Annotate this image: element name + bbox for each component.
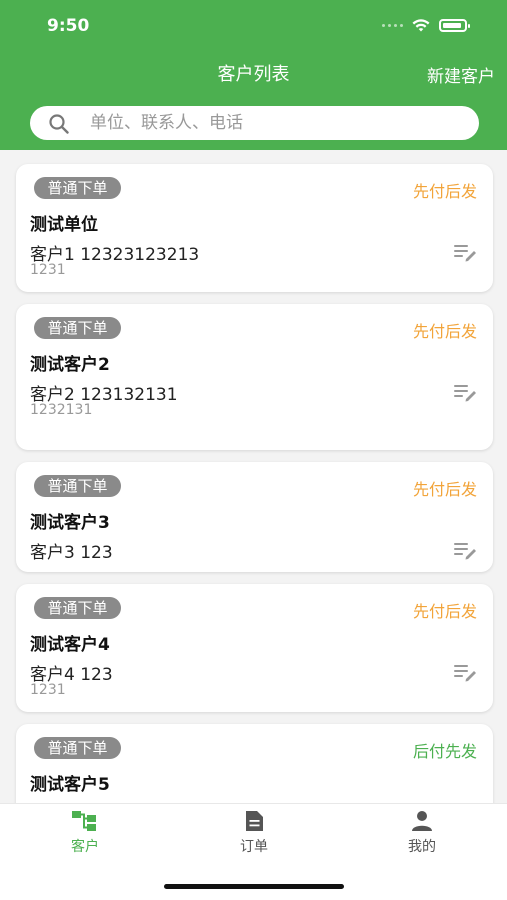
order-type-badge: 普通下单	[34, 597, 121, 619]
tab-profile[interactable]: 我的	[362, 810, 482, 856]
pay-mode-label: 后付先发	[412, 742, 477, 761]
home-indicator	[164, 884, 344, 889]
pay-mode-label: 先付后发	[412, 182, 477, 201]
orders-icon	[246, 811, 263, 831]
contact-info: 客户3 123	[30, 543, 113, 563]
customer-address: 1231	[30, 262, 66, 278]
customer-card[interactable]: 普通下单 先付后发 测试单位 客户1 12323123213 1231	[16, 164, 493, 292]
order-type-badge: 普通下单	[34, 317, 121, 339]
edit-icon[interactable]	[453, 540, 477, 560]
app-header: 9:50 客户列表 新建客户	[0, 0, 507, 150]
order-type-badge: 普通下单	[34, 177, 121, 199]
customers-icon	[72, 811, 96, 831]
status-bar: 9:50	[0, 0, 507, 50]
tab-label: 订单	[240, 839, 268, 855]
pay-mode-label: 先付后发	[412, 602, 477, 621]
edit-icon[interactable]	[453, 662, 477, 682]
search-input[interactable]	[90, 110, 460, 136]
edit-icon[interactable]	[453, 242, 477, 262]
customer-address: 1232131	[30, 402, 93, 418]
status-time: 9:50	[47, 16, 90, 36]
customer-address: 1231	[30, 682, 66, 698]
edit-icon[interactable]	[453, 382, 477, 402]
pay-mode-label: 先付后发	[412, 322, 477, 341]
company-name: 测试单位	[30, 215, 98, 235]
pay-mode-label: 先付后发	[412, 480, 477, 499]
company-name: 测试客户5	[30, 775, 110, 795]
tab-label: 我的	[408, 839, 436, 855]
company-name: 测试客户3	[30, 513, 110, 533]
status-icons	[382, 18, 470, 33]
new-customer-button[interactable]: 新建客户	[427, 62, 495, 87]
tab-orders[interactable]: 订单	[194, 810, 314, 856]
profile-icon	[412, 811, 432, 831]
order-type-badge: 普通下单	[34, 475, 121, 497]
search-bar[interactable]	[30, 106, 479, 140]
order-type-badge: 普通下单	[34, 737, 121, 759]
tab-label: 客户	[71, 839, 99, 855]
search-icon	[49, 114, 69, 134]
tab-customers[interactable]: 客户	[25, 810, 145, 856]
signal-icon	[382, 24, 403, 27]
company-name: 测试客户4	[30, 635, 110, 655]
battery-icon	[439, 19, 470, 32]
company-name: 测试客户2	[30, 355, 110, 375]
customer-card[interactable]: 普通下单 先付后发 测试客户3 客户3 123	[16, 462, 493, 572]
wifi-icon	[412, 19, 430, 32]
customer-list: 普通下单 先付后发 测试单位 客户1 12323123213 1231 普通下单…	[0, 150, 507, 803]
customer-card[interactable]: 普通下单 先付后发 测试客户2 客户2 123132131 1232131	[16, 304, 493, 450]
customer-card[interactable]: 普通下单 先付后发 测试客户4 客户4 123 1231	[16, 584, 493, 712]
customer-card[interactable]: 普通下单 后付先发 测试客户5	[16, 724, 493, 803]
